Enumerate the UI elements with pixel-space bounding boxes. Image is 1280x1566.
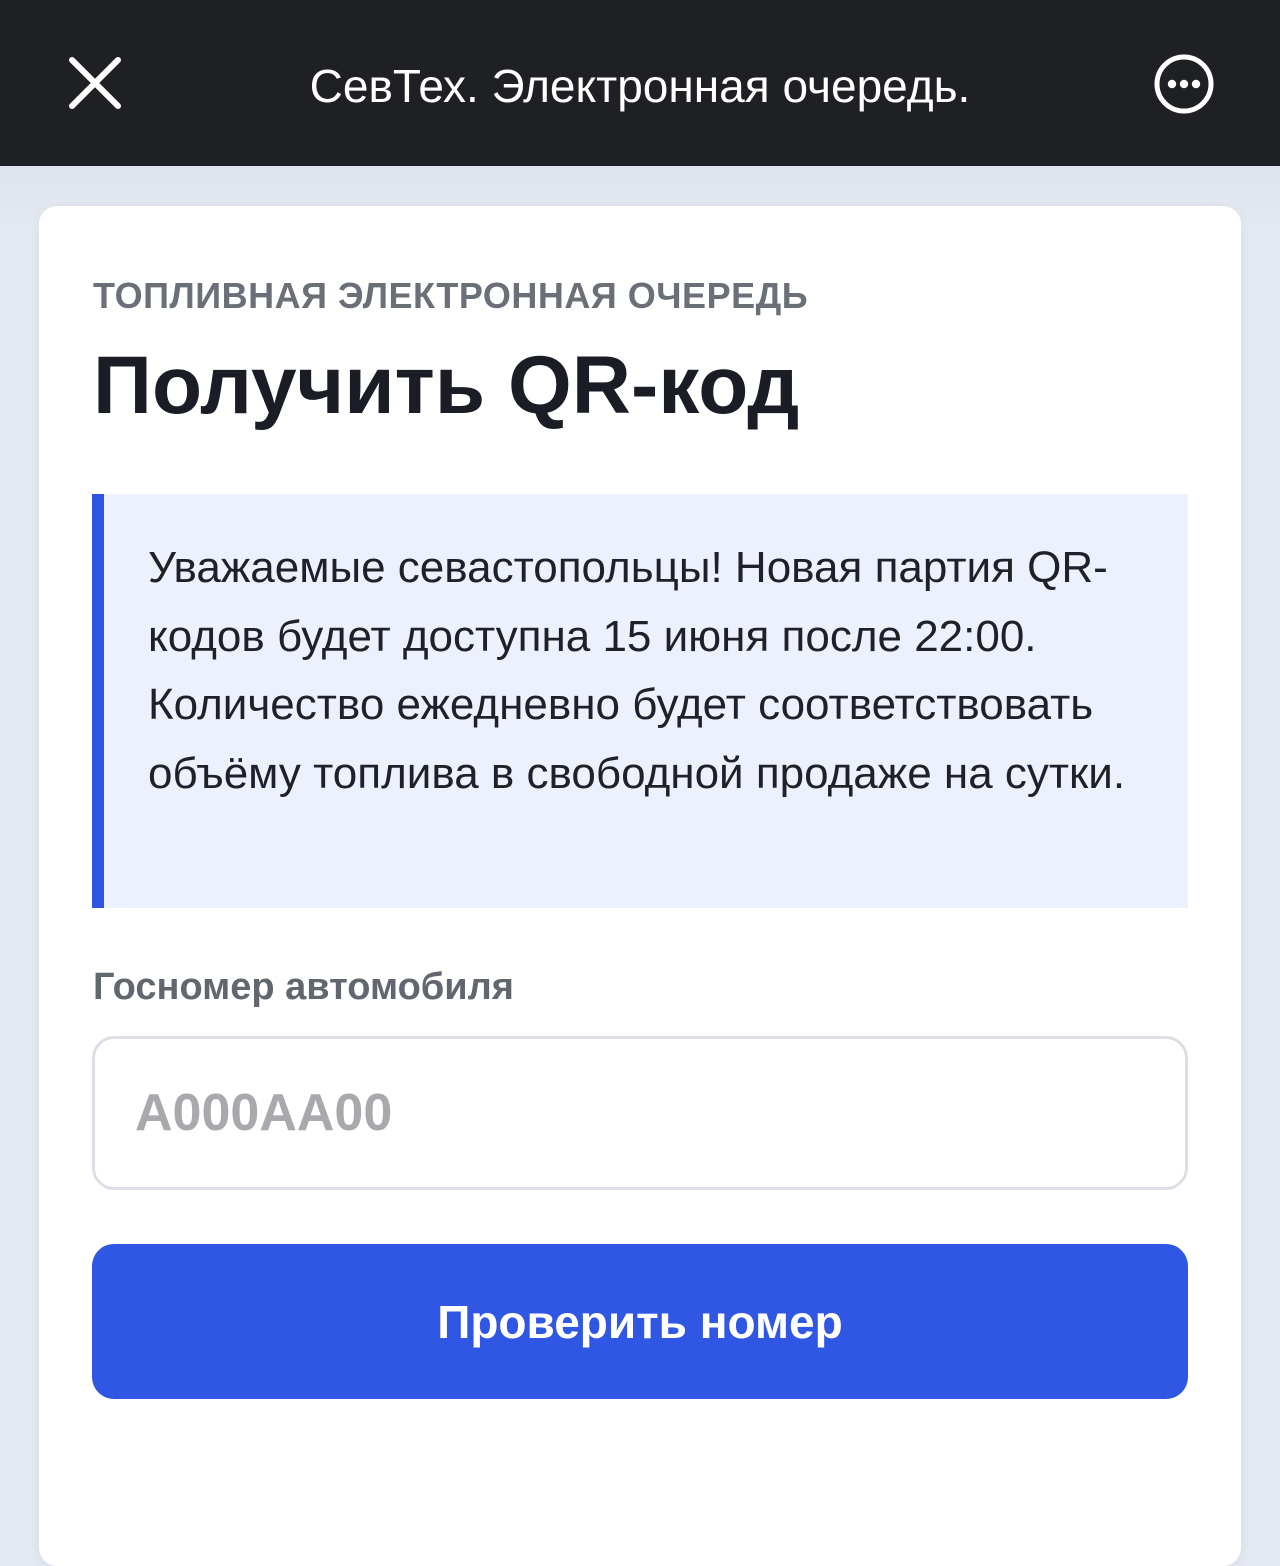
page-title: Получить QR-код (93, 340, 800, 431)
close-icon (69, 57, 121, 109)
top-bar: СевТех. Электронная очередь. (0, 0, 1280, 166)
window-title: СевТех. Электронная очередь. (309, 60, 971, 112)
plate-number-input[interactable] (92, 1036, 1188, 1190)
more-options-icon (1154, 54, 1214, 114)
more-options-button[interactable] (1152, 52, 1216, 116)
notice-box: Уважаемые севастопольцы! Новая партия QR… (92, 494, 1188, 908)
section-eyebrow: ТОПЛИВНАЯ ЭЛЕКТРОННАЯ ОЧЕРЕДЬ (93, 275, 809, 316)
plate-field-label: Госномер автомобиля (93, 966, 514, 1008)
check-number-button[interactable]: Проверить номер (92, 1244, 1188, 1399)
qr-card: ТОПЛИВНАЯ ЭЛЕКТРОННАЯ ОЧЕРЕДЬ Получить Q… (39, 206, 1241, 1566)
notice-text: Уважаемые севастопольцы! Новая партия QR… (148, 543, 1126, 798)
close-button[interactable] (62, 50, 128, 116)
